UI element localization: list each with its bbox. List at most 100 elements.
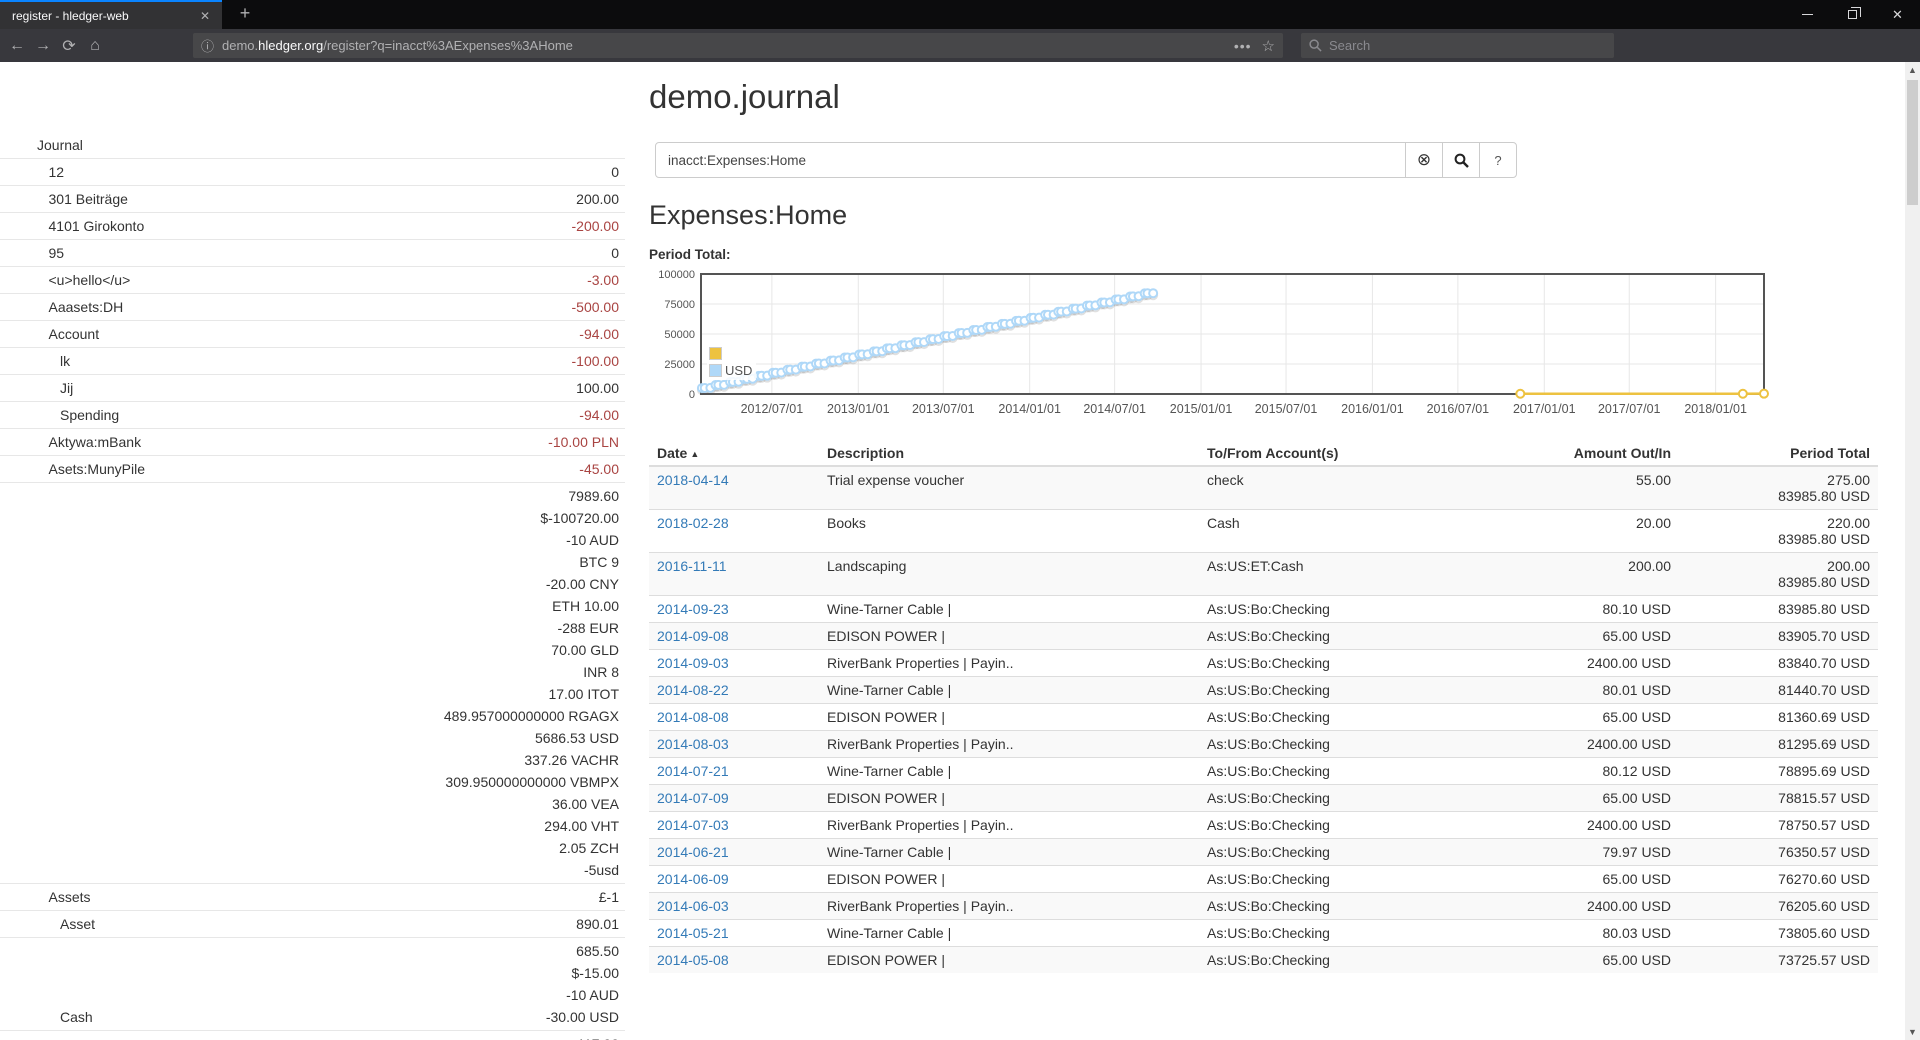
window-restore-button[interactable] [1830, 0, 1875, 29]
account-link[interactable]: Cash [0, 1006, 546, 1028]
period-total-cell: 83985.80 USD [1679, 596, 1878, 623]
account-link[interactable]: Aaasets:DH [0, 296, 572, 318]
account-link[interactable]: <u>hello</u> [0, 269, 587, 291]
sidebar-account-row: 950 [0, 240, 625, 267]
period-total-cell: 76270.60 USD [1679, 866, 1878, 893]
new-tab-button[interactable]: + [230, 0, 260, 29]
transaction-account: As:US:ET:Cash [1199, 553, 1479, 596]
transaction-date-link[interactable]: 2014-06-09 [657, 871, 729, 887]
account-link[interactable]: Assets [0, 886, 599, 908]
window-minimize-button[interactable] [1785, 0, 1830, 29]
transaction-date-link[interactable]: 2014-09-08 [657, 628, 729, 644]
account-link[interactable]: Spending [0, 404, 579, 426]
transaction-account: As:US:Bo:Checking [1199, 947, 1479, 974]
home-button[interactable]: ⌂ [82, 37, 108, 55]
transaction-account: As:US:Bo:Checking [1199, 596, 1479, 623]
account-balance: -94.00 [579, 404, 619, 426]
url-bar[interactable]: ⓘ demo.hledger.org/register?q=inacct%3AE… [193, 33, 1283, 58]
page-title: demo.journal [649, 78, 1878, 116]
period-total-cell: 73805.60 USD [1679, 920, 1878, 947]
period-total-cell: 81295.69 USD [1679, 731, 1878, 758]
help-button[interactable]: ? [1479, 142, 1517, 178]
search-placeholder: Search [1329, 38, 1370, 53]
svg-text:2015/07/01: 2015/07/01 [1255, 402, 1318, 416]
transaction-date-link[interactable]: 2014-05-21 [657, 925, 729, 941]
account-link[interactable]: Asset [0, 913, 576, 935]
accounts-sidebar: Journal 120301 Beiträge200.004101 Giroko… [0, 132, 625, 1040]
reload-button[interactable]: ⟳ [56, 36, 82, 56]
transaction-date-link[interactable]: 2014-05-08 [657, 952, 729, 968]
clear-query-button[interactable]: ⊗ [1405, 142, 1443, 178]
account-link[interactable]: Account [0, 323, 579, 345]
transaction-date-link[interactable]: 2014-08-03 [657, 736, 729, 752]
transaction-description: RiverBank Properties | Payin.. [819, 893, 1199, 920]
table-row: 2018-04-14Trial expense vouchercheck55.0… [649, 466, 1878, 510]
back-button[interactable]: ← [4, 37, 30, 55]
transaction-description: RiverBank Properties | Payin.. [819, 731, 1199, 758]
scroll-up-icon[interactable]: ▲ [1905, 65, 1920, 75]
account-link[interactable]: lk [0, 350, 572, 372]
svg-text:2012/07/01: 2012/07/01 [741, 402, 804, 416]
transaction-date-link[interactable]: 2014-07-09 [657, 790, 729, 806]
chart-legend: USD [707, 344, 756, 380]
transaction-amount: 65.00 USD [1479, 623, 1679, 650]
transaction-description: RiverBank Properties | Payin.. [819, 812, 1199, 839]
period-total-cell: 275.0083985.80 USD [1679, 466, 1878, 510]
search-icon [1454, 153, 1469, 168]
account-link[interactable]: 12 [0, 161, 611, 183]
account-link[interactable]: Asets:MunyPile [0, 458, 579, 480]
forward-button[interactable]: → [30, 37, 56, 55]
transaction-date-link[interactable]: 2014-06-03 [657, 898, 729, 914]
period-total-cell: 220.0083985.80 USD [1679, 510, 1878, 553]
transaction-date-link[interactable]: 2014-06-21 [657, 844, 729, 860]
account-link[interactable]: Aktywa:mBank [0, 431, 548, 453]
window-close-button[interactable]: ✕ [1875, 0, 1920, 29]
transaction-date-link[interactable]: 2014-08-22 [657, 682, 729, 698]
table-row: 2014-05-21Wine-Tarner Cable |As:US:Bo:Ch… [649, 920, 1878, 947]
transaction-date-link[interactable]: 2014-08-08 [657, 709, 729, 725]
page-actions-icon[interactable]: ••• [1234, 38, 1252, 54]
sort-asc-icon: ▲ [690, 449, 699, 459]
sidebar-account-row: Asset890.01 [0, 911, 625, 938]
browser-search-field[interactable]: Search [1301, 33, 1614, 58]
svg-text:2017/01/01: 2017/01/01 [1513, 402, 1576, 416]
account-link[interactable]: Jij [0, 377, 576, 399]
col-date[interactable]: Date▲ [649, 441, 819, 466]
clear-icon: ⊗ [1417, 150, 1431, 170]
svg-text:2018/01/01: 2018/01/01 [1684, 402, 1747, 416]
period-total-cell: 83840.70 USD [1679, 650, 1878, 677]
bookmark-star-icon[interactable]: ☆ [1262, 37, 1275, 55]
browser-tab[interactable]: register - hledger-web ✕ [0, 0, 222, 29]
transaction-date-link[interactable]: 2014-07-21 [657, 763, 729, 779]
scroll-down-icon[interactable]: ▼ [1905, 1027, 1920, 1037]
account-balance: -500.00 [572, 296, 619, 318]
transaction-amount: 2400.00 USD [1479, 893, 1679, 920]
transaction-date-link[interactable]: 2014-09-23 [657, 601, 729, 617]
account-balance: 685.50$-15.00-10 AUD-30.00 USD [546, 940, 619, 1028]
account-link[interactable]: 95 [0, 242, 611, 264]
transaction-description: EDISON POWER | [819, 866, 1199, 893]
table-row: 2014-07-03 RiverBank Properties | Payin..… [649, 812, 1878, 839]
sidebar-account-row: <u>hello</u>-3.00 [0, 267, 625, 294]
scrollbar-thumb[interactable] [1907, 80, 1918, 205]
account-link[interactable]: 301 Beiträge [0, 188, 576, 210]
transaction-date-link[interactable]: 2018-04-14 [657, 472, 729, 488]
period-total-cell: 73725.57 USD [1679, 947, 1878, 974]
transaction-date-link[interactable]: 2018-02-28 [657, 515, 729, 531]
account-link[interactable]: 4101 Girokonto [0, 215, 572, 237]
site-info-icon[interactable]: ⓘ [201, 36, 214, 55]
submit-search-button[interactable] [1442, 142, 1480, 178]
query-input[interactable] [655, 142, 1406, 178]
account-balance: -3.00 [587, 269, 619, 291]
transaction-date-link[interactable]: 2016-11-11 [657, 558, 727, 574]
transaction-amount: 20.00 [1479, 510, 1679, 553]
transaction-amount: 80.03 USD [1479, 920, 1679, 947]
sidebar-account-row: Asets:MunyPile-45.00 [0, 456, 625, 483]
page-scrollbar[interactable]: ▲ ▼ [1905, 62, 1920, 1040]
sidebar-account-row: Jij100.00 [0, 375, 625, 402]
transaction-date-link[interactable]: 2014-09-03 [657, 655, 729, 671]
sidebar-journal-link[interactable]: Journal [0, 132, 625, 159]
transaction-date-link[interactable]: 2014-07-03 [657, 817, 729, 833]
tab-close-icon[interactable]: ✕ [196, 7, 214, 25]
register-header-row: Date▲ Description To/From Account(s) Amo… [649, 441, 1878, 466]
